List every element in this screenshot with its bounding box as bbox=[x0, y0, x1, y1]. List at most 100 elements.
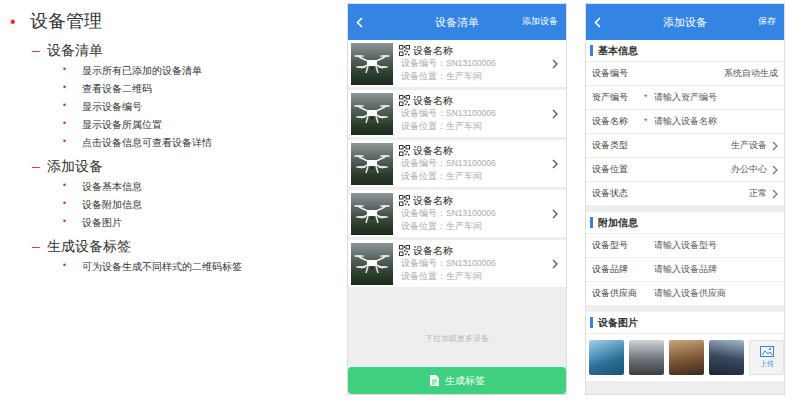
required-mark: * bbox=[644, 116, 648, 126]
device-info: 设备名称设备编号：SN13100006设备位置：生产车间 bbox=[399, 94, 546, 133]
accent-bar bbox=[590, 45, 593, 56]
field-value: 系统自动生成 bbox=[654, 67, 778, 81]
outline-item: •设备基本信息 bbox=[0, 177, 347, 195]
field-value bbox=[654, 287, 778, 301]
device-info: 设备名称设备编号：SN13100006设备位置：生产车间 bbox=[399, 194, 546, 233]
form-row[interactable]: 设备位置办公中心 bbox=[586, 158, 784, 182]
device-row[interactable]: 设备名称设备编号：SN13100006设备位置：生产车间 bbox=[348, 140, 566, 187]
outline-item: •设备附加信息 bbox=[0, 195, 347, 213]
item-text: 点击设备信息可查看设备详情 bbox=[82, 135, 212, 150]
bullet: • bbox=[0, 179, 82, 193]
field-label: 设备状态 bbox=[592, 187, 644, 201]
text-input[interactable] bbox=[654, 287, 778, 301]
chevron-right-icon[interactable] bbox=[552, 209, 558, 219]
image-strip: 上传 bbox=[586, 334, 784, 381]
device-number: 设备编号：SN13100006 bbox=[399, 157, 546, 170]
device-row[interactable]: 设备名称设备编号：SN13100006设备位置：生产车间 bbox=[348, 90, 566, 137]
form-row[interactable]: 设备类型生产设备 bbox=[586, 134, 784, 158]
device-row[interactable]: 设备名称设备编号：SN13100006设备位置：生产车间 bbox=[348, 190, 566, 237]
bullet: • bbox=[0, 259, 82, 273]
text-input[interactable] bbox=[654, 263, 778, 277]
device-photo bbox=[351, 93, 393, 135]
screen-title: 添加设备 bbox=[663, 14, 707, 31]
form-row[interactable]: 设备品牌 bbox=[586, 258, 784, 282]
chevron-right-icon[interactable] bbox=[772, 141, 778, 151]
field-value-text: 正常 bbox=[749, 187, 767, 201]
qr-code-icon[interactable] bbox=[399, 95, 410, 106]
document-icon bbox=[430, 375, 439, 386]
outline-item: •显示设备编号 bbox=[0, 97, 347, 115]
qr-code-icon[interactable] bbox=[399, 245, 410, 256]
field-value-text: 生产设备 bbox=[731, 139, 767, 153]
chevron-right-icon[interactable] bbox=[772, 189, 778, 199]
field-label: 设备型号 bbox=[592, 239, 644, 253]
device-name: 设备名称 bbox=[413, 244, 453, 257]
device-image[interactable] bbox=[709, 340, 744, 375]
chevron-right-icon[interactable] bbox=[552, 109, 558, 119]
drone-icon bbox=[353, 99, 391, 129]
back-wrap bbox=[594, 17, 663, 28]
field-label: 设备编号 bbox=[592, 67, 644, 81]
back-icon[interactable] bbox=[594, 17, 601, 28]
device-name-line: 设备名称 bbox=[399, 144, 546, 157]
device-number: 设备编号：SN13100006 bbox=[399, 107, 546, 120]
text-input[interactable] bbox=[654, 239, 778, 253]
device-info: 设备名称设备编号：SN13100006设备位置：生产车间 bbox=[399, 44, 546, 83]
section-title: 基本信息 bbox=[598, 43, 638, 58]
outline-item: •显示设备所属位置 bbox=[0, 115, 347, 133]
back-icon[interactable] bbox=[356, 17, 363, 28]
device-location: 设备位置：生产车间 bbox=[399, 70, 546, 83]
qr-code-icon[interactable] bbox=[399, 145, 410, 156]
outline-item: •可为设备生成不同样式的二维码标签 bbox=[0, 257, 347, 275]
item-text: 显示设备所属位置 bbox=[82, 117, 162, 132]
add-device-button[interactable]: 添加设备 bbox=[479, 15, 558, 29]
qr-code-icon[interactable] bbox=[399, 45, 410, 56]
form-row[interactable]: 设备名称* bbox=[586, 110, 784, 134]
device-info: 设备名称设备编号：SN13100006设备位置：生产车间 bbox=[399, 244, 546, 283]
chevron-right-icon[interactable] bbox=[552, 159, 558, 169]
device-row[interactable]: 设备名称设备编号：SN13100006设备位置：生产车间 bbox=[348, 240, 566, 287]
field-value bbox=[654, 115, 778, 129]
generate-label-button[interactable]: 生成标签 bbox=[348, 367, 566, 394]
load-more-hint: 下拉加载更多设备 bbox=[425, 333, 489, 345]
outline-item: •点击设备信息可查看设备详情 bbox=[0, 133, 347, 151]
device-number: 设备编号：SN13100006 bbox=[399, 57, 546, 70]
field-value bbox=[654, 239, 778, 253]
button-label: 生成标签 bbox=[445, 373, 485, 388]
outline-title: •设备管理 bbox=[0, 8, 347, 35]
form-row: 设备编号系统自动生成 bbox=[586, 62, 784, 86]
bullet: • bbox=[0, 117, 82, 131]
bullet: • bbox=[0, 197, 82, 211]
field-label: 设备位置 bbox=[592, 163, 644, 177]
bullet: • bbox=[0, 135, 82, 149]
form-row[interactable]: 资产编号* bbox=[586, 86, 784, 110]
drone-icon bbox=[353, 249, 391, 279]
upload-tile[interactable]: 上传 bbox=[749, 340, 784, 375]
section-title: 附加信息 bbox=[598, 215, 638, 230]
field-value bbox=[654, 91, 778, 105]
bullet: • bbox=[0, 63, 82, 77]
bullet: • bbox=[0, 215, 82, 229]
device-image[interactable] bbox=[629, 340, 664, 375]
form-row[interactable]: 设备状态 正常 bbox=[586, 182, 784, 206]
text-input[interactable] bbox=[654, 91, 778, 105]
device-image[interactable] bbox=[589, 340, 624, 375]
chevron-right-icon[interactable] bbox=[772, 165, 778, 175]
device-row[interactable]: 设备名称设备编号：SN13100006设备位置：生产车间 bbox=[348, 40, 566, 87]
device-name-line: 设备名称 bbox=[399, 244, 546, 257]
form-row[interactable]: 设备供应商 bbox=[586, 282, 784, 306]
save-button[interactable]: 保存 bbox=[707, 15, 776, 29]
bullet: • bbox=[0, 99, 82, 113]
bullet: • bbox=[0, 81, 82, 95]
device-info: 设备名称设备编号：SN13100006设备位置：生产车间 bbox=[399, 144, 546, 183]
text-input[interactable] bbox=[654, 115, 778, 129]
device-image[interactable] bbox=[669, 340, 704, 375]
chevron-right-icon[interactable] bbox=[552, 259, 558, 269]
field-value: 办公中心 bbox=[654, 163, 778, 177]
section-title: 设备图片 bbox=[598, 315, 638, 330]
field-value: 正常 bbox=[654, 187, 778, 201]
qr-code-icon[interactable] bbox=[399, 195, 410, 206]
form-row[interactable]: 设备型号 bbox=[586, 234, 784, 258]
required-slot: * bbox=[644, 91, 654, 105]
chevron-right-icon[interactable] bbox=[552, 59, 558, 69]
